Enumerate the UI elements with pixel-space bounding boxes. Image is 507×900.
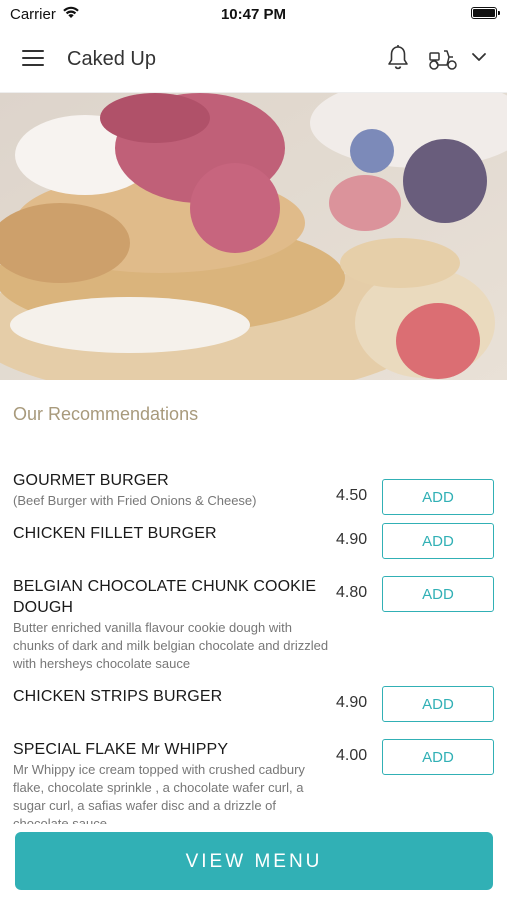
item-price: 4.90: [336, 531, 368, 548]
add-button[interactable]: ADD: [382, 523, 494, 559]
item-price: 4.50: [336, 487, 368, 504]
item-name: BELGIAN CHOCOLATE CHUNK COOKIE DOUGH: [13, 578, 317, 616]
section-title: Our Recommendations: [13, 404, 199, 424]
bell-icon[interactable]: [386, 44, 410, 77]
item-name: CHICKEN FILLET BURGER: [13, 525, 217, 542]
hero-image: [0, 93, 507, 380]
item-price: 4.90: [336, 694, 368, 711]
status-time: 10:47 PM: [220, 6, 287, 23]
battery-icon: [471, 7, 500, 19]
scooter-icon[interactable]: [427, 46, 459, 77]
item-price: 4.00: [336, 747, 368, 764]
recommendations-list[interactable]: GOURMET BURGER (Beef Burger with Fried O…: [0, 460, 507, 824]
chevron-down-icon[interactable]: [471, 50, 487, 68]
item-name: GOURMET BURGER: [13, 472, 169, 489]
item-description: Butter enriched vanilla flavour cookie d…: [13, 620, 329, 671]
item-name: CHICKEN STRIPS BURGER: [13, 688, 223, 705]
view-menu-button[interactable]: VIEW MENU: [15, 832, 493, 890]
item-description: Mr Whippy ice cream topped with crushed …: [13, 762, 305, 824]
add-button[interactable]: ADD: [382, 576, 494, 612]
item-name: SPECIAL FLAKE Mr WHIPPY: [13, 741, 229, 758]
app-header: Caked Up: [0, 28, 507, 93]
item-description: (Beef Burger with Fried Onions & Cheese): [13, 493, 257, 508]
add-button[interactable]: ADD: [382, 686, 494, 722]
add-button[interactable]: ADD: [382, 479, 494, 515]
status-bar: Carrier 10:47 PM: [0, 0, 507, 28]
app-title: Caked Up: [67, 48, 156, 70]
item-price: 4.80: [336, 584, 368, 601]
add-button[interactable]: ADD: [382, 739, 494, 775]
menu-icon[interactable]: [22, 50, 46, 68]
